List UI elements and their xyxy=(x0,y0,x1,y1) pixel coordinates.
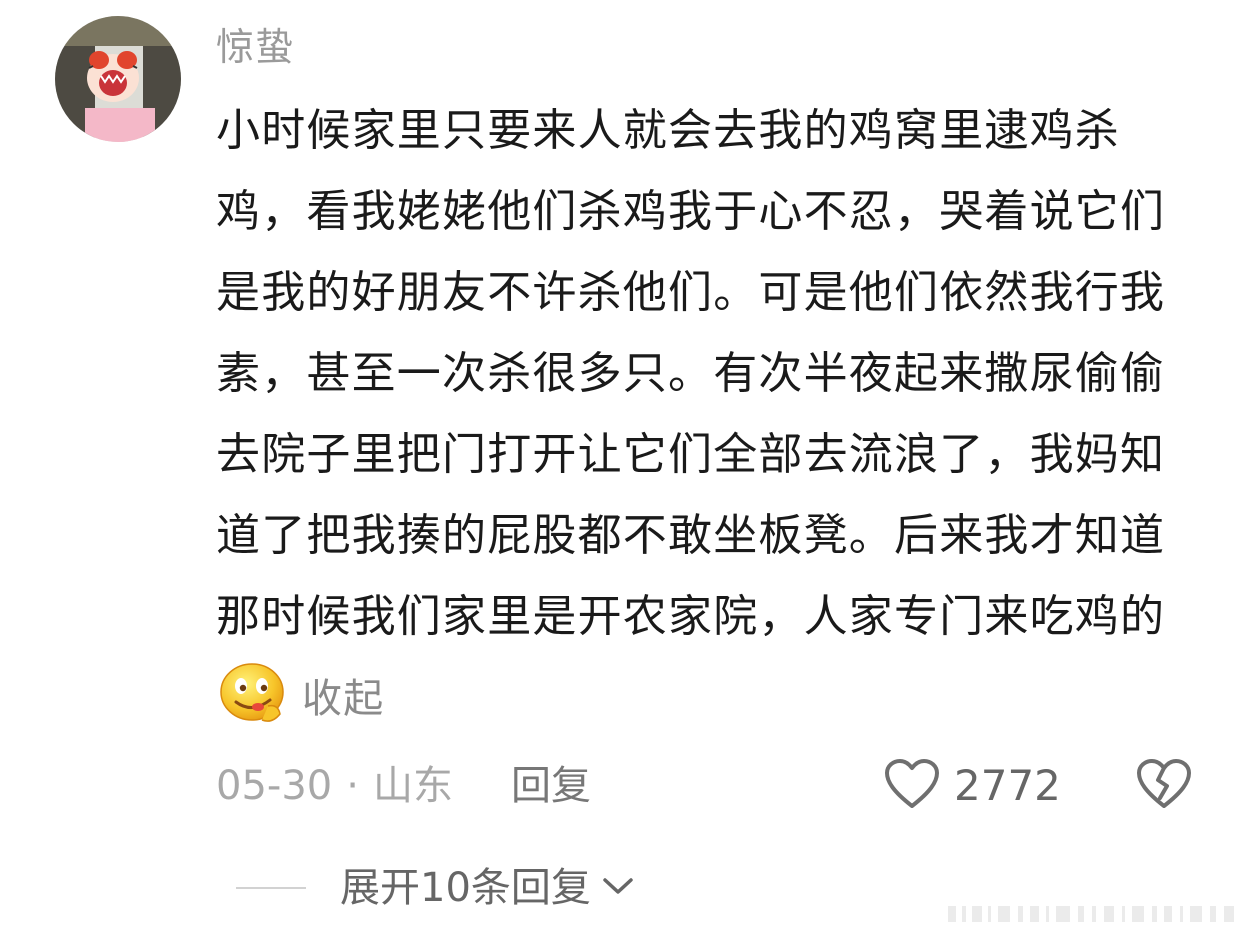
like-button[interactable]: 2772 xyxy=(884,756,1061,816)
reply-button[interactable]: 回复 xyxy=(511,756,591,816)
comment-location: 山东 xyxy=(372,763,453,809)
comment-body: 小时候家里只要来人就会去我的鸡窝里逮鸡杀鸡，看我姥姥他们杀鸡我于心不忍，哭着说它… xyxy=(216,90,1206,752)
dislike-button[interactable] xyxy=(1136,758,1192,814)
expand-replies-row: 展开10条回复 xyxy=(236,858,635,918)
comment-item: 惊蛰 小时候家里只要来人就会去我的鸡窝里逮鸡杀鸡，看我姥姥他们杀鸡我于心不忍，哭… xyxy=(0,0,1260,936)
like-count: 2772 xyxy=(954,761,1061,810)
comment-meta: 05-30 · 山东 回复 xyxy=(216,756,591,816)
avatar[interactable] xyxy=(55,16,181,142)
expand-replies-label: 展开10条回复 xyxy=(340,865,591,911)
smirk-face-emoji-icon xyxy=(218,662,290,752)
meta-separator: · xyxy=(346,763,359,809)
chevron-down-icon xyxy=(601,874,635,902)
broken-heart-icon xyxy=(1136,759,1192,814)
heart-outline-icon xyxy=(884,758,940,814)
comment-date: 05-30 xyxy=(216,763,333,809)
collapse-link[interactable]: 收起 xyxy=(302,676,384,722)
comment-text: 小时候家里只要来人就会去我的鸡窝里逮鸡杀鸡，看我姥姥他们杀鸡我于心不忍，哭着说它… xyxy=(216,105,1166,642)
divider-line xyxy=(236,887,306,889)
expand-replies-button[interactable]: 展开10条回复 xyxy=(340,858,635,918)
avatar-cartoon-image xyxy=(55,16,181,142)
watermark-stripes xyxy=(948,906,1248,922)
username[interactable]: 惊蛰 xyxy=(216,20,294,74)
